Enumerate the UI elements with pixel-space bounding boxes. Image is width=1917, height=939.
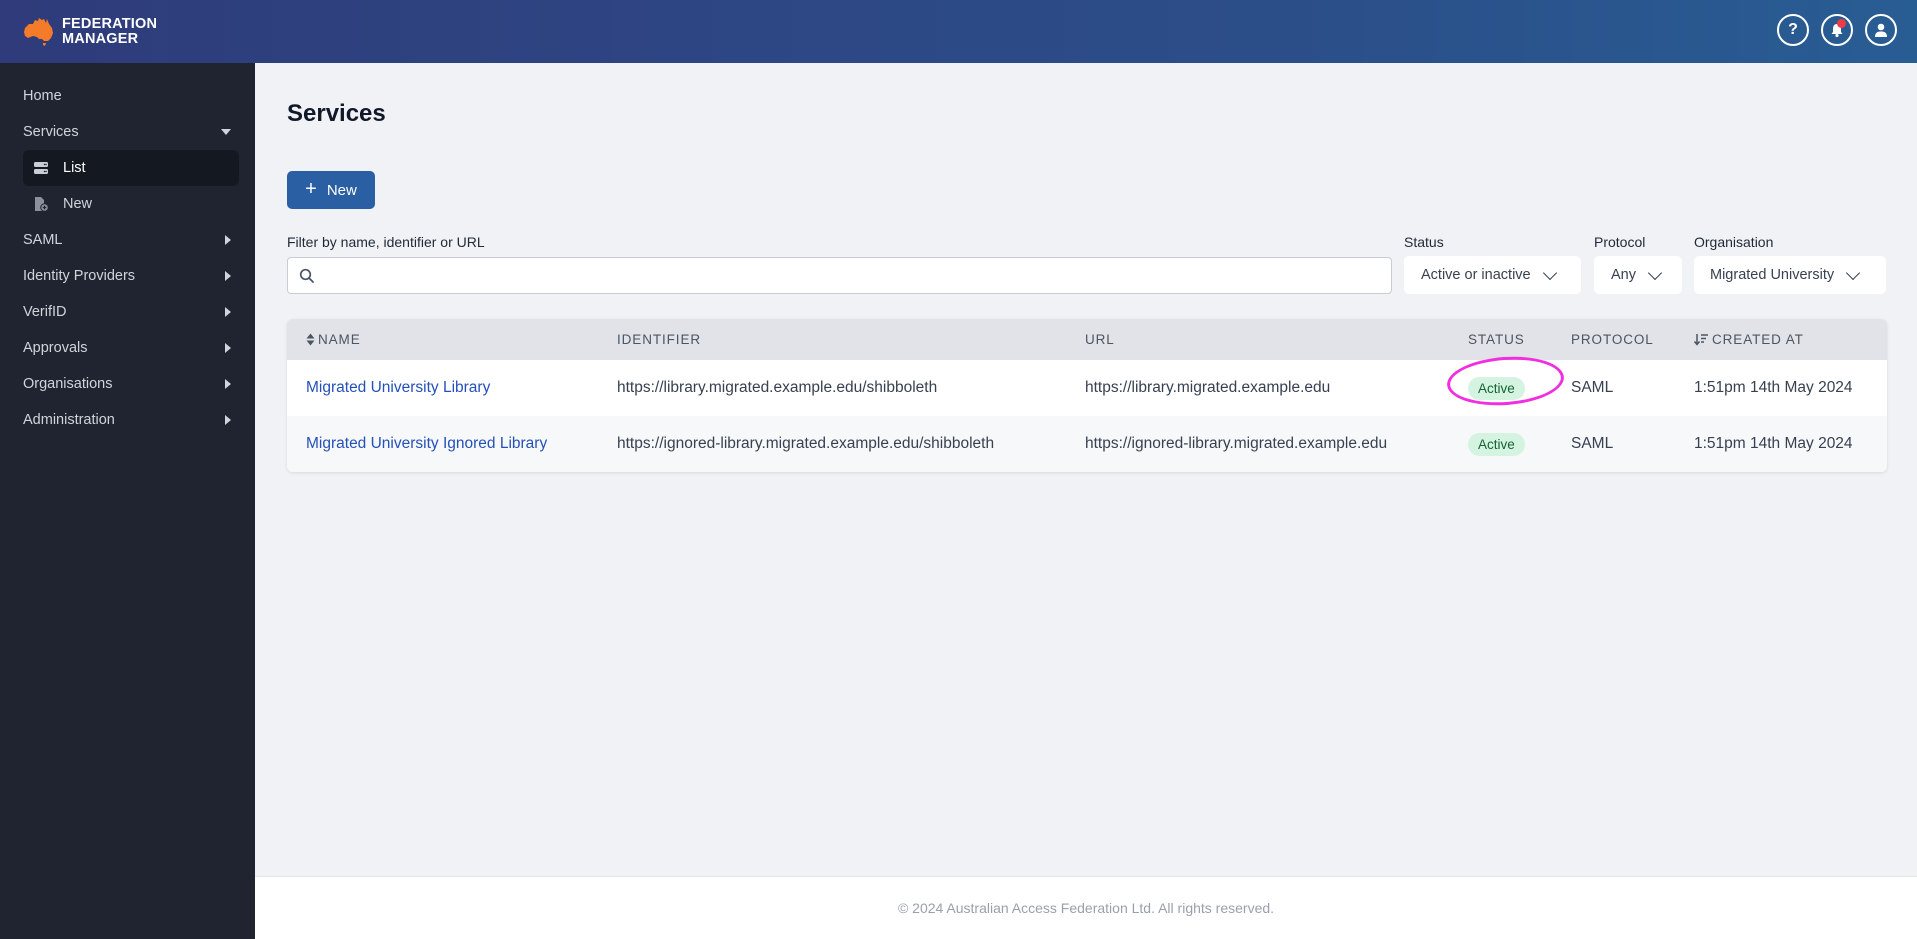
service-identifier: https://ignored-library.migrated.example… (617, 435, 995, 452)
column-header-created-at[interactable]: CREATED AT (1694, 319, 1804, 360)
help-button[interactable]: ? (1777, 14, 1809, 46)
organisation-select-value: Migrated University (1710, 267, 1835, 283)
sidebar-subitem-services-new[interactable]: New (23, 186, 239, 222)
search-input[interactable] (322, 258, 1382, 293)
sidebar-item-services[interactable]: Services (23, 117, 239, 147)
brand-name: FEDERATION MANAGER (62, 15, 158, 47)
status-select[interactable]: Active or inactive (1404, 256, 1581, 294)
chevron-down-icon (1647, 265, 1663, 280)
sidebar-item-home[interactable]: Home (23, 81, 239, 111)
column-header-label: NAME (318, 332, 361, 347)
copyright-text: © 2024 Australian Access Federation Ltd.… (897, 900, 1275, 916)
brand-line-1: FEDERATION (62, 15, 158, 32)
notifications-button[interactable] (1821, 14, 1853, 46)
new-button-label: New (326, 181, 357, 199)
unread-notification-dot (1837, 19, 1846, 28)
sidebar-item-label: VerifID (23, 304, 67, 320)
top-navigation-bar: FEDERATION MANAGER ? (0, 0, 1917, 63)
help-icon: ? (1788, 21, 1798, 38)
services-table: NAME IDENTIFIER URL STATUS PROTOCOL CREA… (287, 319, 1887, 472)
search-field[interactable] (287, 257, 1392, 294)
status-select-value: Active or inactive (1421, 267, 1531, 283)
sidebar-item-label: Administration (23, 412, 115, 428)
column-header-label: PROTOCOL (1571, 332, 1654, 347)
sidebar-item-saml[interactable]: SAML (23, 225, 239, 255)
service-protocol: SAML (1571, 435, 1614, 452)
column-header-label: STATUS (1468, 332, 1525, 347)
search-icon (299, 268, 314, 283)
caret-right-icon (225, 379, 231, 389)
column-header-label: URL (1085, 332, 1115, 347)
page-title: Services (287, 100, 386, 127)
service-protocol: SAML (1571, 379, 1614, 396)
service-name-link[interactable]: Migrated University Ignored Library (306, 435, 547, 453)
new-document-icon (35, 197, 49, 212)
sidebar-item-identity-providers[interactable]: Identity Providers (23, 261, 239, 291)
table-row: Migrated University Ignored Library http… (287, 416, 1887, 472)
user-account-button[interactable] (1865, 14, 1897, 46)
sidebar: Home Services List New SAML Identity Pro… (0, 63, 255, 939)
column-header-name[interactable]: NAME (306, 319, 361, 360)
table-header: NAME IDENTIFIER URL STATUS PROTOCOL CREA… (287, 319, 1887, 360)
status-badge: Active (1468, 432, 1525, 456)
protocol-select-value: Any (1611, 267, 1636, 283)
brand-line-2: MANAGER (62, 30, 139, 47)
sidebar-item-label: Identity Providers (23, 268, 136, 284)
sidebar-item-label: Services (23, 124, 79, 140)
organisation-filter-label: Organisation (1694, 234, 1774, 250)
top-icon-group: ? (1777, 14, 1897, 46)
chevron-down-icon (1542, 265, 1557, 280)
sidebar-item-label: Organisations (23, 376, 113, 392)
column-header-status: STATUS (1468, 319, 1525, 360)
australia-logo-icon (24, 17, 53, 46)
sidebar-item-administration[interactable]: Administration (23, 405, 239, 435)
organisation-select[interactable]: Migrated University (1694, 256, 1886, 294)
service-url: https://library.migrated.example.edu (1085, 379, 1331, 396)
sort-descending-icon (1694, 334, 1708, 346)
search-filter-label: Filter by name, identifier or URL (287, 234, 485, 250)
status-badge: Active (1468, 376, 1525, 400)
chevron-down-icon (1846, 265, 1861, 280)
column-header-label: IDENTIFIER (617, 332, 702, 347)
new-service-button[interactable]: + New (287, 171, 375, 209)
column-header-url: URL (1085, 319, 1115, 360)
status-filter-label: Status (1404, 234, 1444, 250)
service-created-at: 1:51pm 14th May 2024 (1694, 435, 1853, 452)
sidebar-subitem-services-list[interactable]: List (23, 150, 239, 186)
caret-right-icon (225, 415, 231, 425)
sidebar-subitem-label: List (63, 160, 86, 176)
caret-down-icon (221, 129, 231, 135)
protocol-filter-label: Protocol (1594, 234, 1646, 250)
caret-right-icon (225, 235, 231, 245)
sidebar-item-verifid[interactable]: VerifID (23, 297, 239, 327)
caret-right-icon (225, 307, 231, 317)
sort-both-icon (306, 333, 315, 346)
caret-right-icon (225, 343, 231, 353)
protocol-select[interactable]: Any (1594, 256, 1682, 294)
column-header-label: CREATED AT (1712, 332, 1804, 347)
column-header-protocol: PROTOCOL (1571, 319, 1654, 360)
service-identifier: https://library.migrated.example.edu/shi… (617, 379, 938, 396)
server-list-icon (34, 162, 48, 174)
sidebar-item-label: Home (23, 88, 62, 104)
table-row: Migrated University Library https://libr… (287, 360, 1887, 416)
service-created-at: 1:51pm 14th May 2024 (1694, 379, 1853, 396)
sidebar-item-label: Approvals (23, 340, 88, 356)
user-account-icon (1875, 23, 1887, 37)
plus-icon: + (305, 178, 317, 200)
brand[interactable]: FEDERATION MANAGER (22, 15, 157, 49)
caret-right-icon (225, 271, 231, 281)
service-name-link[interactable]: Migrated University Library (306, 379, 490, 397)
sidebar-item-organisations[interactable]: Organisations (23, 369, 239, 399)
footer: © 2024 Australian Access Federation Ltd.… (255, 876, 1917, 939)
sidebar-subitem-label: New (63, 196, 93, 212)
service-url: https://ignored-library.migrated.example… (1085, 435, 1388, 452)
column-header-identifier: IDENTIFIER (617, 319, 701, 360)
sidebar-item-approvals[interactable]: Approvals (23, 333, 239, 363)
sidebar-item-label: SAML (23, 232, 63, 248)
